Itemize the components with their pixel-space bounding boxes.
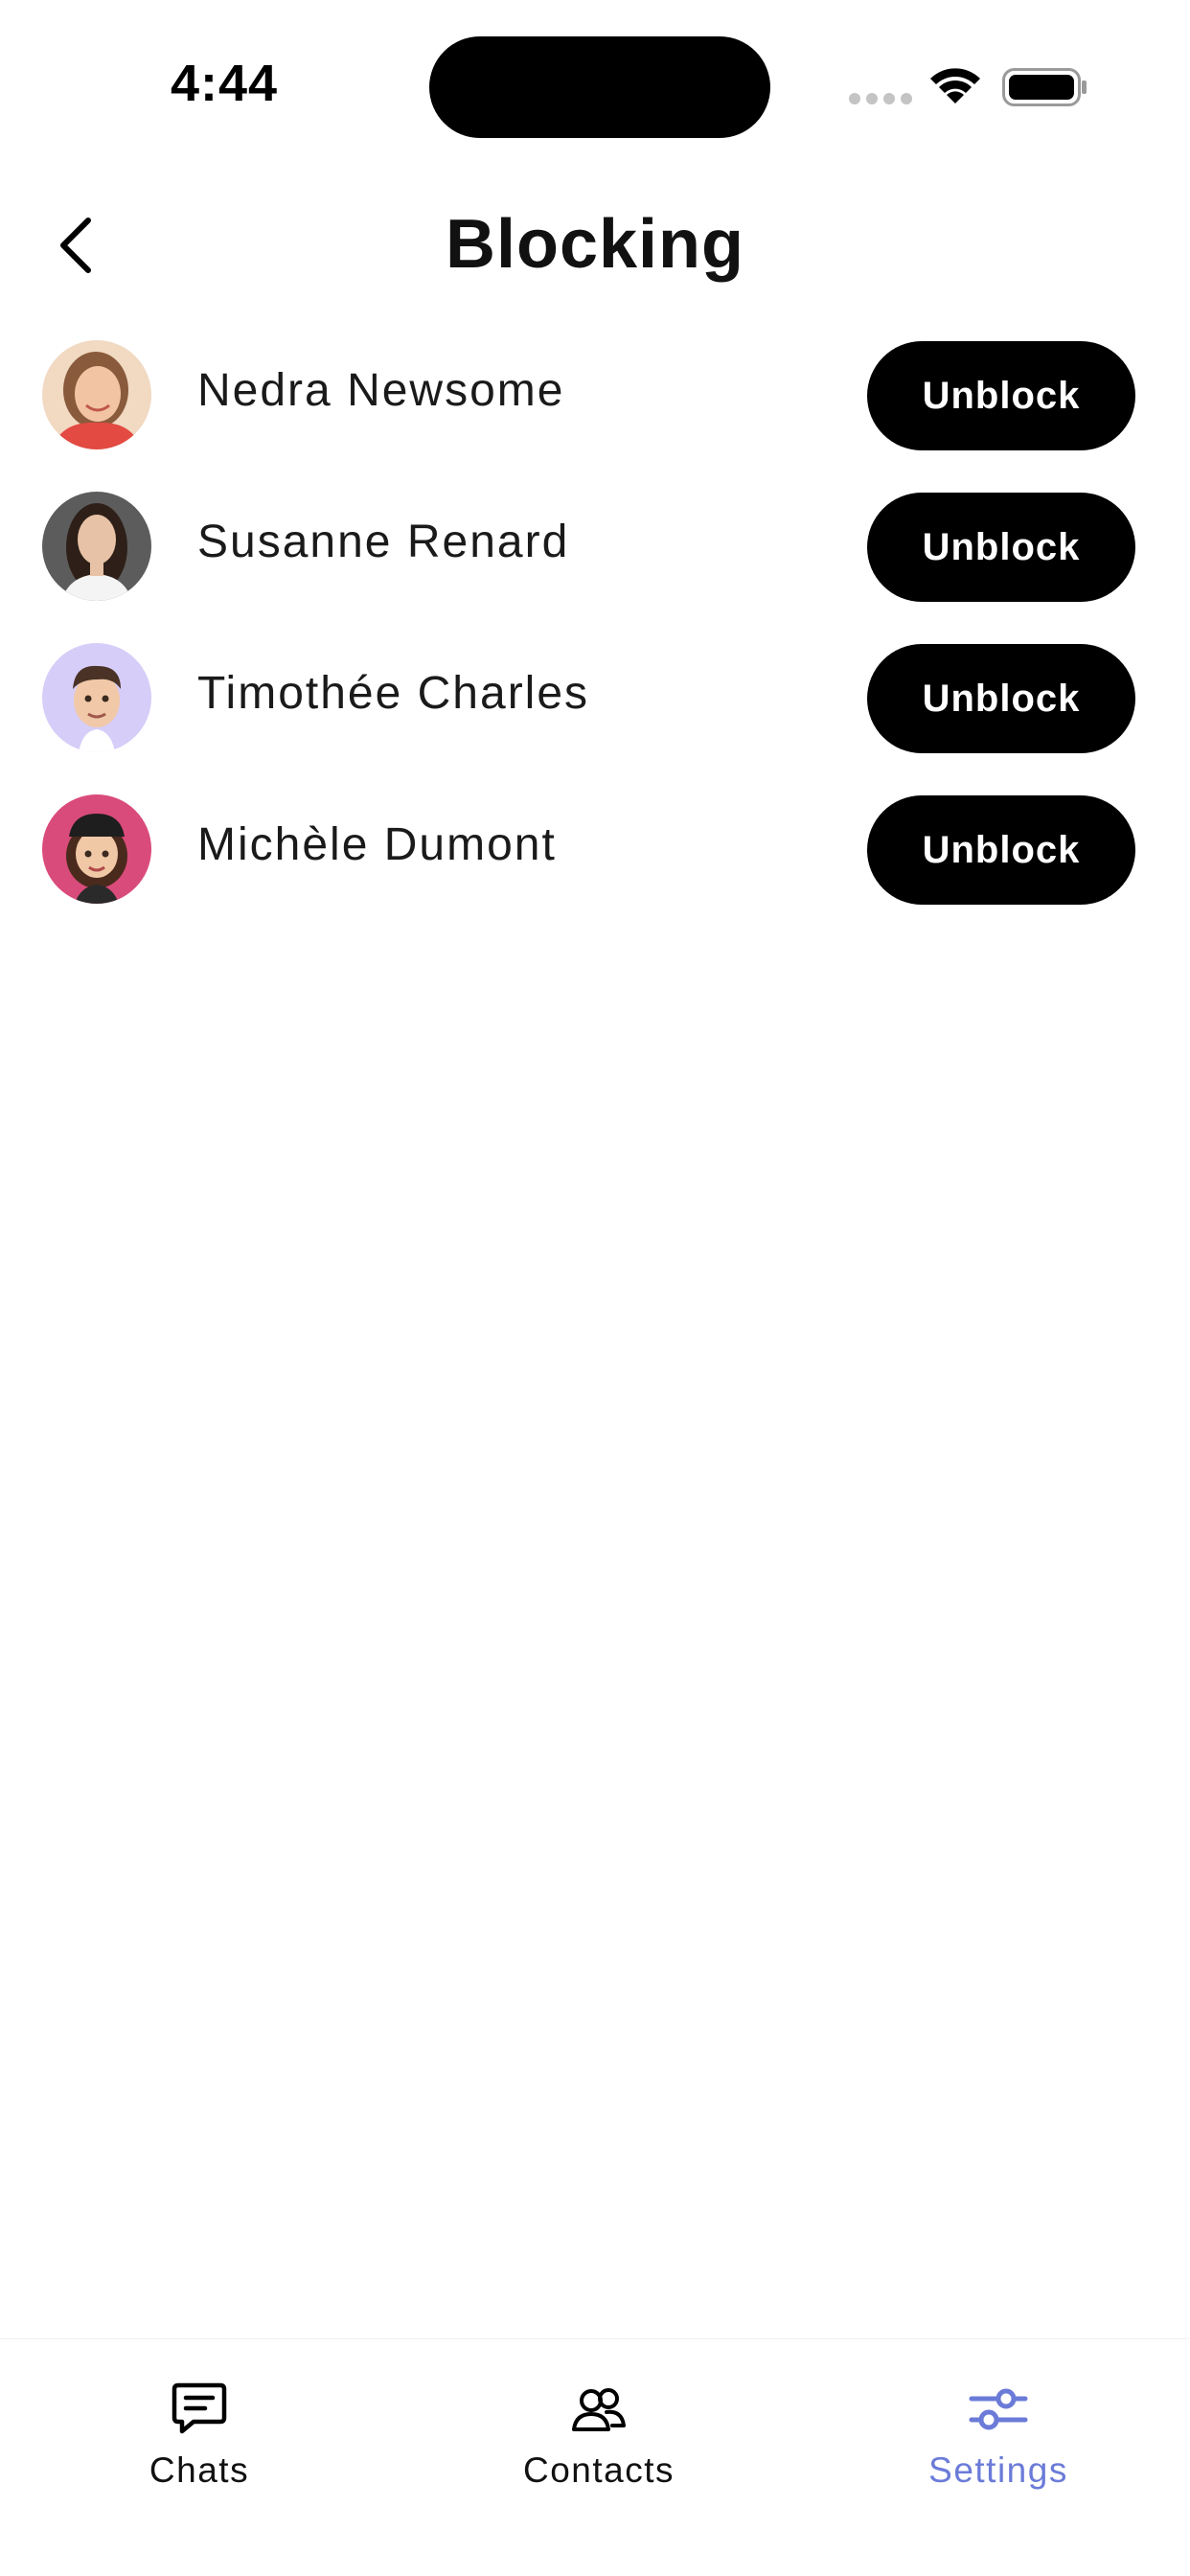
signal-dots-icon — [849, 93, 912, 106]
list-item: Nedra Newsome Unblock — [0, 335, 1190, 487]
avatar — [42, 340, 151, 449]
list-item: Timothée Charles Unblock — [0, 638, 1190, 790]
blocking-screen: 4:44 Blocking Nedra Newsome Unblock Susa… — [0, 0, 1190, 2576]
sliders-icon — [969, 2388, 1028, 2430]
list-item: Susanne Renard Unblock — [0, 487, 1190, 638]
unblock-button[interactable]: Unblock — [867, 493, 1135, 602]
unblock-button[interactable]: Unblock — [867, 644, 1135, 753]
list-item: Michèle Dumont Unblock — [0, 790, 1190, 941]
dynamic-island — [429, 36, 770, 138]
blocked-users-list: Nedra Newsome Unblock Susanne Renard Unb… — [0, 335, 1190, 941]
tab-contacts[interactable]: Contacts — [474, 2378, 723, 2502]
avatar — [42, 794, 151, 904]
avatar — [42, 643, 151, 752]
contacts-icon — [572, 2388, 626, 2431]
tab-chats[interactable]: Chats — [75, 2378, 324, 2502]
user-name: Timothée Charles — [197, 668, 590, 719]
tab-label: Contacts — [522, 2450, 675, 2490]
unblock-button[interactable]: Unblock — [867, 795, 1135, 905]
chat-bubble-icon — [172, 2382, 227, 2434]
user-name: Michèle Dumont — [197, 819, 557, 870]
status-time: 4:44 — [171, 55, 279, 112]
unblock-button[interactable]: Unblock — [867, 341, 1135, 450]
tab-label: Settings — [928, 2450, 1068, 2490]
avatar — [42, 492, 151, 601]
tab-bar: Chats Contacts Settings — [0, 2338, 1190, 2576]
tab-label: Chats — [149, 2450, 250, 2490]
header: Blocking — [0, 182, 1190, 307]
wifi-icon — [930, 68, 980, 104]
user-name: Susanne Renard — [197, 517, 570, 567]
page-title: Blocking — [445, 206, 745, 283]
tab-settings[interactable]: Settings — [874, 2378, 1123, 2502]
user-name: Nedra Newsome — [197, 365, 565, 416]
battery-icon — [1002, 68, 1087, 106]
status-bar: 4:44 — [0, 0, 1190, 144]
